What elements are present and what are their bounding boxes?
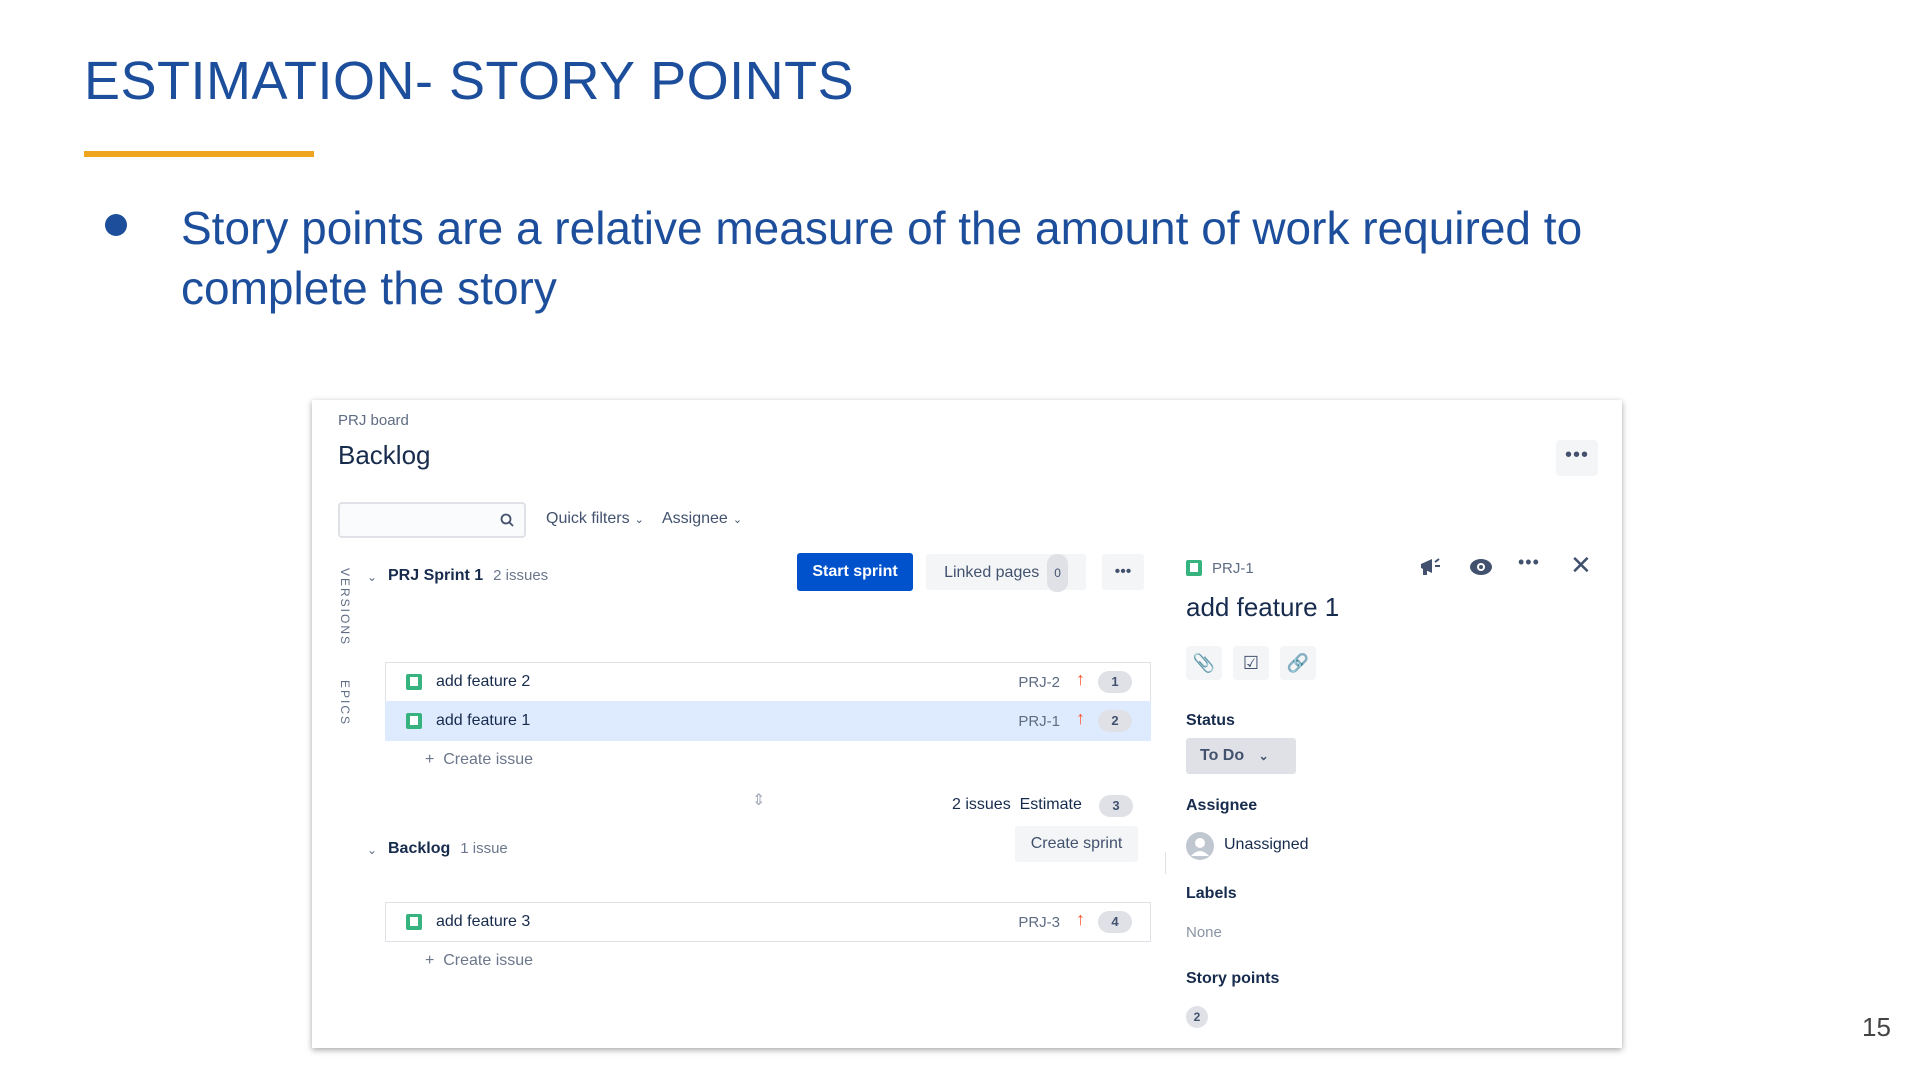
create-issue-link[interactable]: + Create issue [425,952,533,970]
drag-handle-icon[interactable]: ⇕ [752,790,765,810]
backlog-issue-count: 1 issue [460,840,508,857]
linked-pages-count: 0 [1047,554,1068,592]
backlog-header: Backlog 1 issue [388,840,508,858]
link-icon[interactable]: 🔗 [1280,646,1316,680]
quick-filters-dropdown[interactable]: Quick filters ⌄ [546,510,644,528]
story-icon [406,914,422,930]
bullet-text: Story points are a relative measure of t… [181,202,1583,314]
chevron-down-icon: ⌄ [634,514,644,526]
bullet-dot [105,214,127,236]
issue-row[interactable]: add feature 3 PRJ-3 ↑ 4 [385,902,1151,942]
chevron-down-icon: ⌄ [1258,749,1269,763]
story-points-badge: 1 [1098,671,1132,693]
slide-title: ESTIMATION- STORY POINTS [84,51,855,111]
linked-pages-button[interactable]: Linked pages 0 [926,554,1086,592]
priority-high-icon: ↑ [1076,669,1085,689]
status-dropdown[interactable]: To Do ⌄ [1186,738,1296,774]
create-issue-label: Create issue [443,751,534,768]
assignee-label: Assignee [1186,797,1258,814]
backlog-name: Backlog [388,840,451,857]
detail-title[interactable]: add feature 1 [1186,592,1339,623]
status-value: To Do [1200,747,1245,764]
sprint-footer-count: 2 issues [952,796,1011,813]
detail-more-icon[interactable]: ••• [1518,552,1540,573]
sprint-more-button[interactable]: ••• [1102,554,1144,590]
issue-row[interactable]: add feature 2 PRJ-2 ↑ 1 [385,662,1151,702]
create-issue-link[interactable]: + Create issue [425,751,533,769]
story-points-badge: 2 [1098,710,1132,732]
close-icon[interactable]: ✕ [1570,550,1592,581]
watch-eye-icon[interactable] [1468,556,1494,584]
sprint-name: PRJ Sprint 1 [388,567,484,584]
attachment-icon[interactable]: 📎 [1186,646,1222,680]
assignee-filter-dropdown[interactable]: Assignee ⌄ [662,510,742,528]
sprint-issue-count: 2 issues [493,567,549,584]
labels-value[interactable]: None [1186,924,1222,941]
story-points-value[interactable]: 2 [1186,1006,1208,1028]
story-points-badge: 4 [1098,911,1132,933]
tab-versions[interactable]: VERSIONS [338,568,352,646]
story-icon [406,713,422,729]
sprint-footer: 2 issues Estimate [952,796,1082,814]
plus-icon: + [425,751,444,768]
page-title: Backlog [338,440,431,470]
divider [1165,852,1166,874]
status-label: Status [1186,712,1235,729]
sprint-collapse-chevron-icon[interactable]: ⌄ [367,570,377,584]
assignee-value[interactable]: Unassigned [1224,836,1309,854]
linked-pages-label: Linked pages [944,564,1040,581]
issue-key: PRJ-2 [1018,674,1060,691]
labels-label: Labels [1186,885,1237,902]
avatar [1186,832,1214,860]
issue-summary: add feature 2 [436,673,531,690]
create-sprint-button[interactable]: Create sprint [1015,826,1138,862]
subtask-icon[interactable]: ☑ [1233,646,1269,680]
priority-high-icon: ↑ [1076,909,1085,929]
issue-row-selected[interactable]: add feature 1 PRJ-1 ↑ 2 [385,701,1151,741]
search-icon [500,513,514,527]
assignee-filter-label: Assignee [662,510,728,527]
estimate-total-badge: 3 [1099,795,1133,817]
backlog-collapse-chevron-icon[interactable]: ⌄ [367,843,377,857]
issue-key: PRJ-1 [1018,713,1060,730]
title-underline [84,151,314,157]
sprint-header: PRJ Sprint 1 2 issues [388,567,548,585]
plus-icon: + [425,952,444,969]
tab-epics[interactable]: EPICS [338,680,352,726]
breadcrumb[interactable]: PRJ board [338,412,409,429]
issue-summary: add feature 1 [436,712,531,729]
issue-key: PRJ-3 [1018,914,1060,931]
story-icon [1186,560,1202,576]
feedback-megaphone-icon[interactable] [1418,556,1444,584]
board-more-button[interactable]: ••• [1556,440,1598,476]
estimate-label: Estimate [1019,796,1082,813]
search-input[interactable] [338,502,526,538]
page-number: 15 [1862,1012,1891,1042]
story-icon [406,674,422,690]
create-issue-label: Create issue [443,952,534,969]
chevron-down-icon: ⌄ [732,514,743,526]
jira-backlog-screenshot: PRJ board Backlog ••• Quick filters ⌄ Ass… [312,400,1622,1048]
priority-high-icon: ↑ [1076,708,1085,728]
detail-issue-key[interactable]: PRJ-1 [1212,560,1254,577]
start-sprint-button[interactable]: Start sprint [797,553,913,591]
quick-filters-label: Quick filters [546,510,630,527]
issue-summary: add feature 3 [436,913,531,930]
story-points-label: Story points [1186,970,1280,987]
